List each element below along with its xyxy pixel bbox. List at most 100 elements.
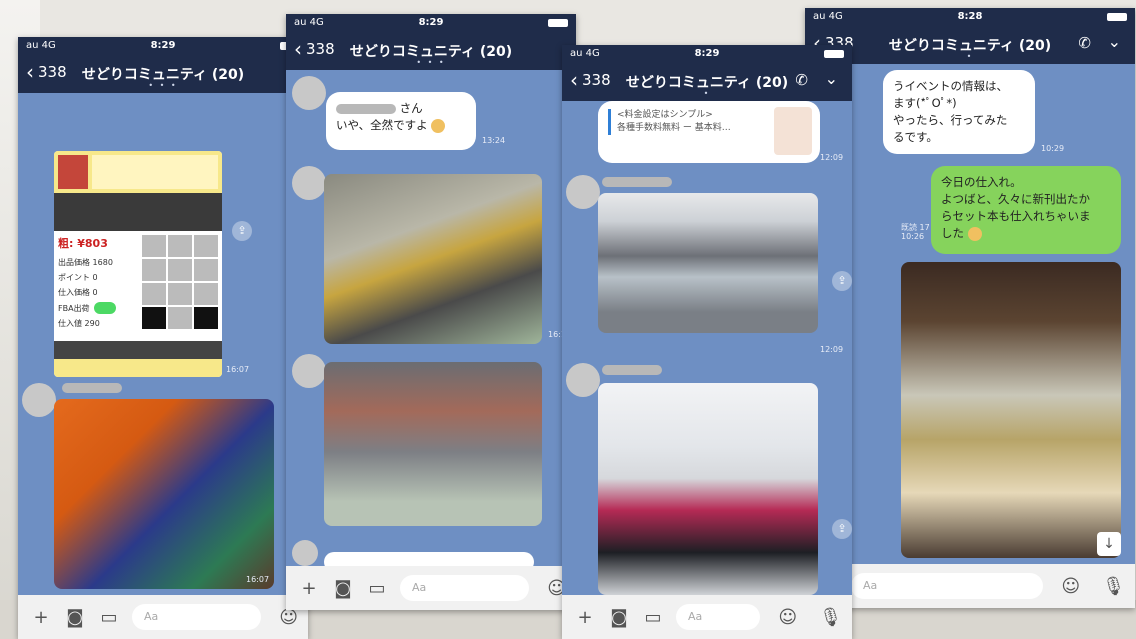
photo-book-set[interactable] [324,362,542,526]
image-icon[interactable]: ▭ [642,607,664,628]
battery-icon [548,19,568,27]
camera-icon[interactable]: ◙ [608,607,630,628]
chat-header: ‹ 338 せどりコミュニティ (20) • • • [18,55,308,93]
sender-name-blurred [602,177,672,187]
chat-header: ‹ 338 せどりコミュニティ (20) • ✆ ⌄ [805,26,1135,64]
link-thumbnail [774,107,812,155]
battery-icon [824,50,844,58]
bubble-line-2: ます(*ﾟOﾟ*) [893,96,957,110]
timestamp: 12:09 [820,153,844,162]
bubble-line-1: うイベントの情報は、 [893,79,1008,93]
page-dots: • [966,52,974,61]
page-dots: • [703,89,711,98]
smile-icon[interactable]: ☺ [778,607,797,628]
link-preview-bubble[interactable]: <料金設定はシンプル> 各種手数料無料 ー 基本料… [598,101,820,163]
emoji-icon [431,118,446,133]
bubble-line-1: 今日の仕入れ。 [941,175,1022,189]
message-input-bar: + ◙ ▭ Aa ☺ [286,566,576,610]
mic-icon[interactable]: 🎙 [1102,576,1125,597]
status-bar: au 4G 8:29 [18,37,308,55]
status-bar: au 4G 8:29 [286,14,576,32]
clock: 8:29 [150,40,176,51]
photo-purchased-goods[interactable] [901,262,1121,558]
app-row-5: 仕入値 290 [58,319,100,328]
avatar[interactable] [292,76,326,110]
emoji-icon [967,226,982,241]
camera-icon[interactable]: ◙ [64,607,86,628]
avatar[interactable] [22,383,56,417]
app-row-1: 出品価格 1680 [58,258,113,267]
avatar[interactable] [566,363,600,397]
phone-icon[interactable]: ✆ [795,71,808,89]
chat-bubble[interactable]: さん いや、全然ですよ [326,92,476,150]
share-icon[interactable]: ⇪ [232,221,252,241]
plus-icon[interactable]: + [574,607,596,628]
avatar[interactable] [292,540,318,566]
clock: 8:29 [418,17,444,28]
chat-area[interactable]: うイベントの情報は、 ます(*ﾟOﾟ*) やったら、行ってみた るです。 10:… [805,64,1135,564]
battery-icon [1107,13,1127,21]
phone-icon[interactable]: ✆ [1078,34,1091,52]
shared-app-screenshot[interactable]: 粗: ¥803 出品価格 1680 ポイント 0 仕入価格 0 FBA出荷 仕入… [54,151,222,377]
app-row-2: ポイント 0 [58,273,98,282]
avatar[interactable] [292,166,326,200]
message-input-bar: ▭ Aa ☺ 🎙 [805,564,1135,608]
photo-hair-irons[interactable] [598,383,818,595]
chat-bubble-own[interactable]: 今日の仕入れ。 よつばと、久々に新刊出たか らセット本も仕入れちゃいま した [931,166,1121,254]
photo-manga-stacks[interactable] [324,174,542,344]
message-input[interactable]: Aa [851,573,1044,599]
avatar[interactable] [292,354,326,388]
phone-screenshot-2: au 4G 8:29 ‹ 338 せどりコミュニティ (20) • • • さん … [286,14,576,610]
timestamp: 16:07 [226,365,250,374]
app-row-3: 仕入価格 0 [58,288,98,297]
chat-header: ‹ 338 せどりコミュニティ (20) • • • [286,32,576,70]
avatar[interactable] [566,175,600,209]
page-dots: • • • [416,58,446,67]
timestamp: 13:24 [482,136,506,145]
message-input-bar: + ◙ ▭ Aa ☺ [18,595,308,639]
page-dots: • • • [148,81,178,90]
app-row-4: FBA出荷 [54,300,138,316]
photo-detergent-bottles[interactable] [54,399,274,589]
sender-name-blurred [602,365,662,375]
share-icon[interactable]: ⇪ [832,519,852,539]
plus-icon[interactable]: + [298,578,320,599]
bubble-line-3: やったら、行ってみた [893,113,1008,127]
message-input[interactable]: Aa [676,604,761,630]
message-input[interactable]: Aa [132,604,262,630]
phone-screenshot-1: au 4G 8:29 ‹ 338 せどりコミュニティ (20) • • • 粗: … [18,37,308,639]
mic-icon[interactable]: 🎙 [819,607,842,628]
bubble-line-2: よつばと、久々に新刊出たか [941,192,1091,206]
clock: 8:28 [957,11,983,22]
phone-screenshot-3: au 4G 8:29 ‹ 338 せどりコミュニティ (20) • ✆ ⌄ <料金… [562,45,852,639]
image-icon[interactable]: ▭ [366,578,388,599]
profit-price: ¥803 [77,237,108,250]
image-icon[interactable]: ▭ [98,607,120,628]
chat-area[interactable]: <料金設定はシンプル> 各種手数料無料 ー 基本料… 12:09 ⇪ 12:09… [562,101,852,595]
bubble-text: いや、全然ですよ [336,118,428,132]
mention-blurred [336,103,396,114]
chat-header: ‹ 338 せどりコミュニティ (20) • ✆ ⌄ [562,63,852,101]
chevron-down-icon[interactable]: ⌄ [825,69,838,88]
bubble-line-3: らセット本も仕入れちゃいま [941,209,1091,223]
chat-area[interactable]: さん いや、全然ですよ 13:24 16:1 [286,70,576,572]
chat-bubble[interactable]: うイベントの情報は、 ます(*ﾟOﾟ*) やったら、行ってみた るです。 [883,70,1035,154]
message-input-bar: + ◙ ▭ Aa ☺ 🎙 [562,595,852,639]
timestamp: 10:26 [901,232,925,241]
smile-icon[interactable]: ☺ [1061,576,1080,597]
camera-icon[interactable]: ◙ [332,578,354,599]
bubble-line-4: した [941,226,964,240]
status-bar: au 4G 8:28 [805,8,1135,26]
chat-area[interactable]: 粗: ¥803 出品価格 1680 ポイント 0 仕入価格 0 FBA出荷 仕入… [18,93,308,613]
share-icon[interactable]: ⇪ [832,271,852,291]
message-input[interactable]: Aa [400,575,530,601]
mention-suffix: さん [399,101,423,115]
bubble-line-4: るです。 [893,130,938,144]
chevron-down-icon[interactable]: ⌄ [1108,32,1121,51]
timestamp: 16:07 [246,575,270,584]
scroll-down-button[interactable]: ↓ [1097,532,1121,556]
plus-icon[interactable]: + [30,607,52,628]
timestamp: 10:29 [1041,144,1065,153]
photo-store-shelves[interactable] [598,193,818,333]
clock: 8:29 [694,48,720,59]
